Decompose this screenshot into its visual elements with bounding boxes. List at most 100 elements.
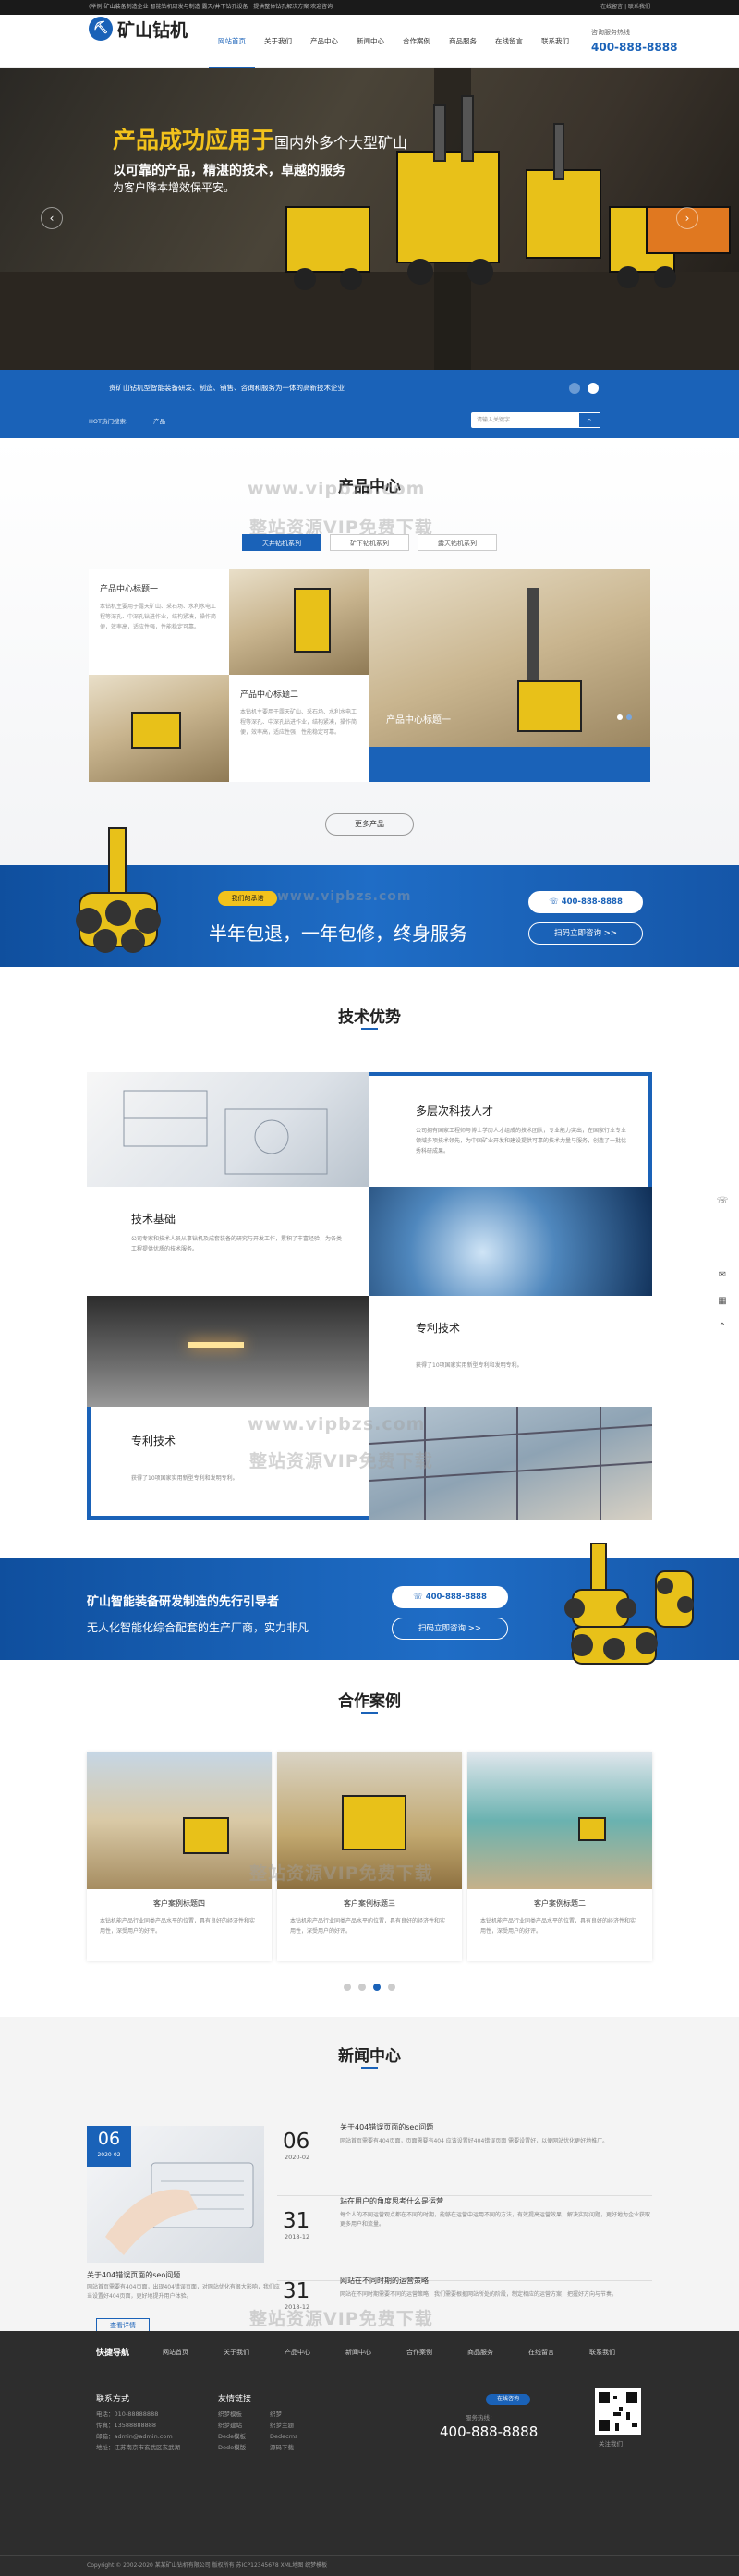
hot-search-item[interactable]: 产品 [153, 418, 165, 425]
footer-contact-line: 邮箱：admin@admin.com [96, 2433, 173, 2440]
product-photo-large[interactable] [370, 569, 650, 782]
footer-hotline-label: 服务热线： [466, 2414, 496, 2422]
news-ym: 2020-02 [285, 2154, 310, 2161]
footer-link[interactable]: 织梦主题 [270, 2420, 321, 2431]
nav-item-service[interactable]: 商品服务 [440, 15, 486, 68]
logo[interactable]: ⛏ 矿山钻机 [89, 17, 188, 41]
banner-next-button[interactable]: › [676, 207, 698, 229]
nav-item-message[interactable]: 在线留言 [486, 15, 532, 68]
promo2-phone[interactable]: ☏ 400-888-8888 [392, 1586, 508, 1608]
tech-image-machining [370, 1187, 652, 1296]
news-item-title[interactable]: 关于404错误页面的seo问题 [340, 2122, 433, 2132]
case-title: 客户案例标题四 [153, 1899, 205, 1908]
nav-item-home[interactable]: 网站首页 [209, 15, 255, 68]
slide-dot[interactable] [617, 714, 623, 720]
case-card[interactable]: 客户案例标题三 本钻机能产品行业同类产品水平的位置，具有良好的经济性和实用性，深… [277, 1752, 462, 1961]
footer-link[interactable]: 织梦模板 [218, 2409, 270, 2420]
case-card[interactable]: 客户案例标题二 本钻机能产品行业同类产品水平的位置，具有良好的经济性和实用性，深… [467, 1752, 652, 1961]
tech-item-title: 专利技术 [416, 1322, 461, 1335]
hero-headline-yellow: 产品成功应用于 [113, 127, 275, 153]
footer-link[interactable]: 源码下载 [270, 2442, 321, 2453]
case-card[interactable]: 客户案例标题四 本钻机能产品行业同类产品水平的位置，具有良好的经济性和实用性，深… [87, 1752, 272, 1961]
footer-link[interactable]: Dedecms [270, 2431, 321, 2442]
scan-consult-button[interactable]: 扫码立即咨询 >> [528, 922, 643, 945]
nav-item-news[interactable]: 新闻中心 [347, 15, 394, 68]
news-feature-text: 网站首页需要有404页面，出现404错误页面，对网站优化有很大影响，我们应当设置… [87, 2284, 280, 2300]
footer-nav-item[interactable]: 联系我们 [589, 2348, 650, 2357]
strip-dot-2[interactable] [588, 383, 599, 394]
chat-icon[interactable]: ✉ [713, 1266, 732, 1285]
more-products-button[interactable]: 更多产品 [325, 813, 414, 836]
case-photo [467, 1752, 652, 1889]
top-bar: (举例)矿山装备制造企业·智能钻机研发与制造·露天/井下钻孔设备 · 提供整体钻… [0, 0, 739, 15]
hot-search-label: HOT热门搜索: [89, 418, 128, 425]
news-feature-ym: 2020-02 [97, 2152, 121, 2158]
phone-icon: ☏ [413, 1593, 426, 1602]
product-title: 产品中心标题二 [240, 690, 299, 700]
nav-item-products[interactable]: 产品中心 [301, 15, 347, 68]
title-divider [361, 1028, 378, 1030]
nav-item-about[interactable]: 关于我们 [255, 15, 301, 68]
phone-icon[interactable]: ☏ [713, 1192, 732, 1211]
footer-nav-item[interactable]: 合作案例 [406, 2348, 467, 2357]
product-photo[interactable] [89, 675, 229, 782]
footer-link[interactable]: Dede模板 [218, 2431, 270, 2442]
watermark-text: 整站资源VIP免费下载 [249, 1451, 433, 1471]
qr-code-image [595, 2388, 641, 2435]
tab-openpit[interactable]: 露天钻机系列 [418, 534, 497, 551]
case-text: 本钻机能产品行业同类产品水平的位置，具有良好的经济性和实用性，深受用户的好评。 [290, 1918, 446, 1935]
search-icon[interactable]: ⌕ [578, 412, 600, 428]
footer-link[interactable]: Dede模版 [218, 2442, 270, 2453]
footer-nav-item[interactable]: 关于我们 [224, 2348, 285, 2357]
footer-nav-item[interactable]: 新闻中心 [345, 2348, 406, 2357]
top-icon[interactable]: ⌃ [713, 1318, 732, 1337]
product-card[interactable]: 产品中心标题二 本钻机主要用于露天矿山、采石场、水利水电工程等深孔、中深孔钻进作… [229, 675, 370, 782]
case-dot[interactable] [358, 1984, 366, 1991]
footer-hotline: 400-888-8888 [440, 2423, 539, 2440]
watermark-url: www.vipbzs.com [248, 479, 426, 499]
nav-item-cases[interactable]: 合作案例 [394, 15, 440, 68]
footer-links-title: 友情链接 [218, 2395, 252, 2404]
tech-item-text: 公司拥有国家工程师与博士学历人才组成的技术团队，专业能力突出，在国家行业专业领域… [416, 1128, 627, 1154]
top-bar-links[interactable]: 在线留言 | 联系我们 [600, 0, 650, 15]
news-feature-date: 06 2020-02 [87, 2126, 131, 2167]
strip-dot-1[interactable] [569, 383, 580, 394]
nav-item-contact[interactable]: 联系我们 [532, 15, 578, 68]
slide-dot[interactable] [626, 714, 632, 720]
case-dot[interactable] [344, 1984, 351, 1991]
banner-prev-button[interactable]: ‹ [41, 207, 63, 229]
product-text: 本钻机主要用于露天矿山、采石场、水利水电工程等深孔、中深孔钻进作业，结构紧凑，操… [240, 709, 357, 736]
product-card[interactable]: 产品中心标题一 本钻机主要用于露天矿山、采石场、水利水电工程等深孔、中深孔钻进作… [89, 569, 229, 675]
news-item-title[interactable]: 站在用户的角度思考什么是运营 [340, 2196, 443, 2206]
news-feature-title[interactable]: 关于404错误页面的seo问题 [87, 2270, 180, 2280]
footer-link[interactable]: 织梦建站 [218, 2420, 270, 2431]
watermark-url: www.vipbzs.com [248, 1414, 426, 1435]
tech-card [370, 1296, 652, 1407]
promo-tag: 我们的承诺 [218, 891, 277, 906]
title-divider [361, 2067, 378, 2069]
tab-underground[interactable]: 矿下钻机系列 [330, 534, 409, 551]
case-dot[interactable] [373, 1984, 381, 1991]
promo2-line1: 矿山智能装备研发制造的先行引导者 [87, 1595, 280, 1609]
footer-nav-item[interactable]: 商品服务 [467, 2348, 528, 2357]
footer-nav-item[interactable]: 在线留言 [528, 2348, 589, 2357]
news-item-title[interactable]: 网站在不同时期的运营策略 [340, 2276, 429, 2286]
tech-item-title: 专利技术 [131, 1435, 176, 1447]
footer-nav-item[interactable]: 产品中心 [285, 2348, 345, 2357]
case-dot[interactable] [388, 1984, 395, 1991]
tab-shaft[interactable]: 天井钻机系列 [242, 534, 321, 551]
online-consult-button[interactable]: 在线咨询 [486, 2394, 530, 2405]
scan-consult-button[interactable]: 扫码立即咨询 >> [392, 1618, 508, 1640]
footer-link[interactable]: 织梦 [270, 2409, 321, 2420]
footer-contact: 电话：010-88888888 传真：13588888888 邮箱：admin@… [96, 2409, 180, 2453]
news-feature-day: 06 [97, 2129, 121, 2149]
promo-phone-number: 400-888-8888 [561, 897, 623, 907]
case-title: 客户案例标题三 [344, 1899, 395, 1908]
footer-nav-item[interactable]: 网站首页 [163, 2348, 224, 2357]
qr-icon[interactable]: ▦ [713, 1292, 732, 1311]
case-text: 本钻机能产品行业同类产品水平的位置，具有良好的经济性和实用性，深受用户的好评。 [100, 1918, 256, 1935]
news-item[interactable] [277, 2122, 652, 2196]
product-photo[interactable] [229, 569, 370, 675]
promo-phone[interactable]: ☏ 400-888-8888 [528, 891, 643, 913]
watermark-text: 整站资源VIP免费下载 [249, 1863, 433, 1884]
